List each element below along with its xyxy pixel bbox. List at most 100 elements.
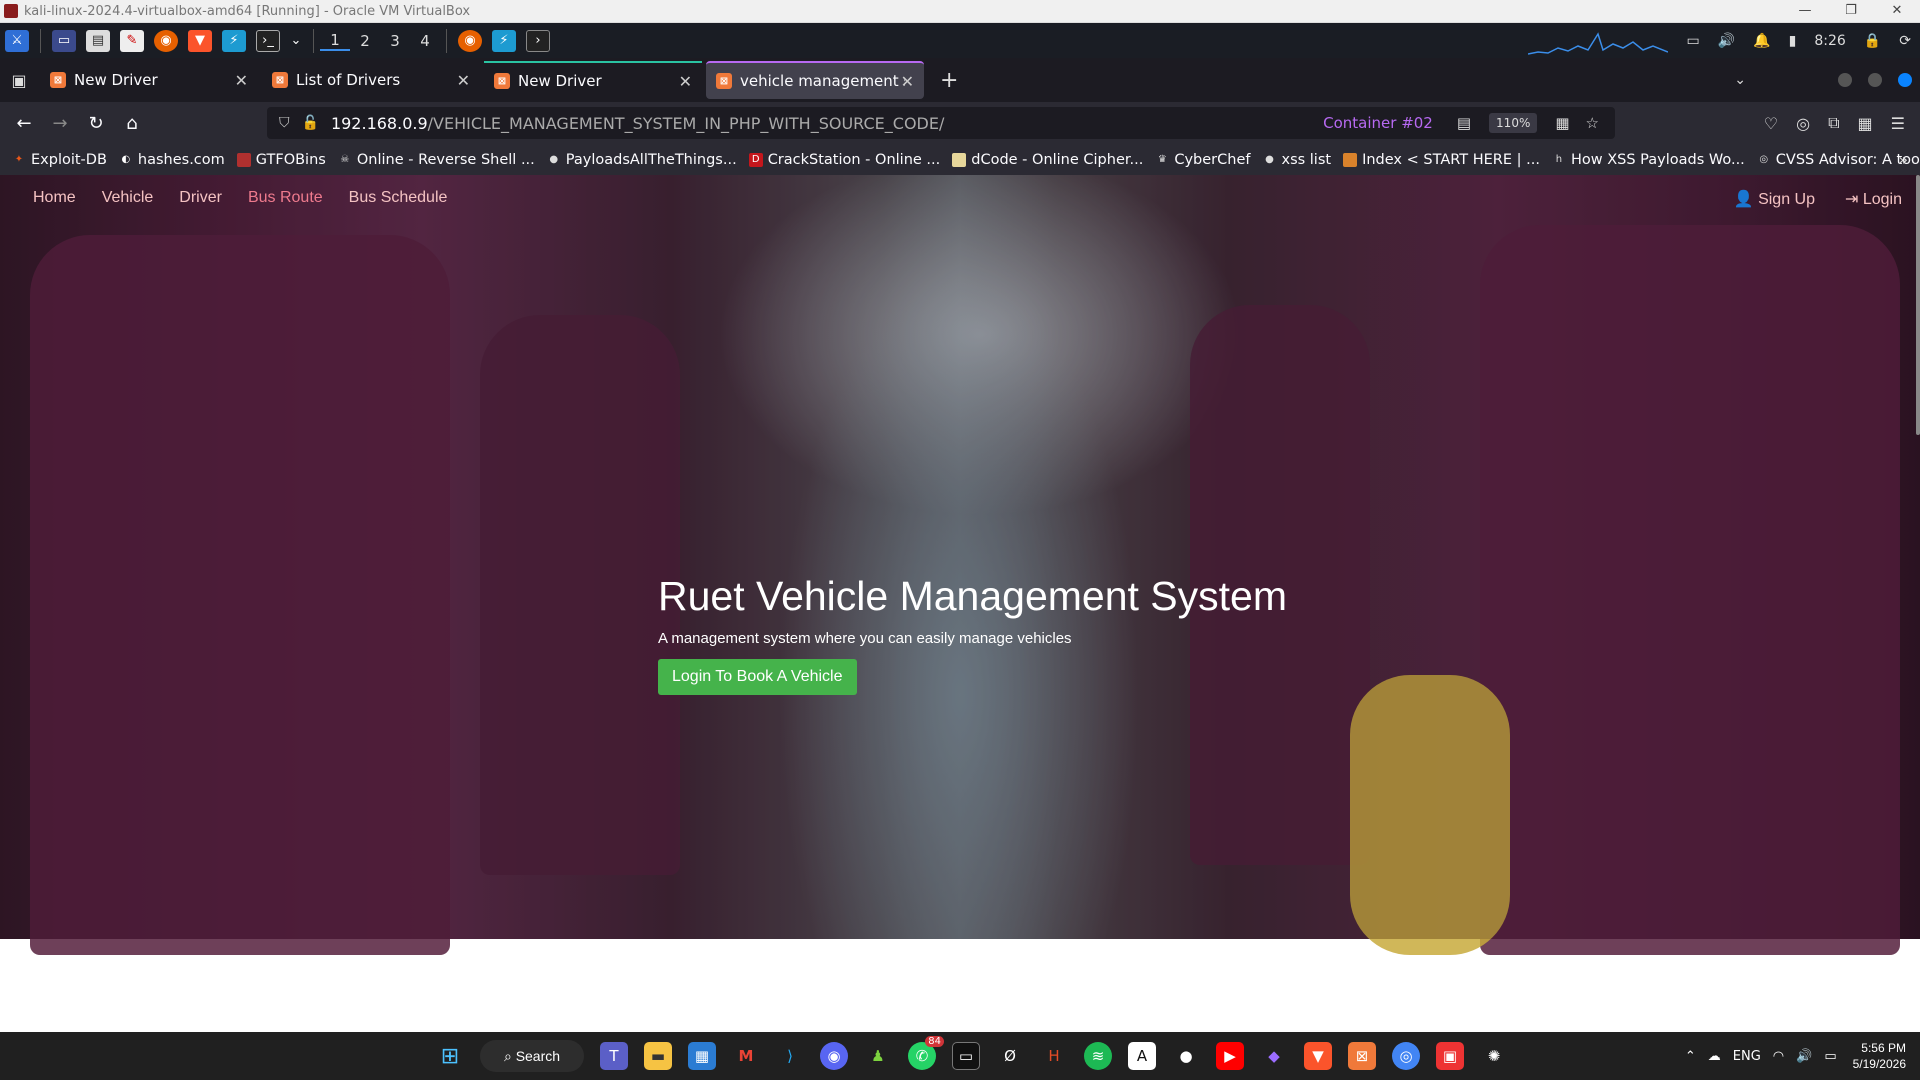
bookmarks-overflow-icon[interactable]: » [1898,150,1908,169]
power-icon[interactable]: ⟳ [1899,33,1911,49]
zoom-level[interactable]: 110% [1489,113,1538,133]
nav-bus-route-link[interactable]: Bus Route [248,189,323,207]
teams-icon[interactable]: T [600,1042,628,1070]
close-tab-icon[interactable]: ✕ [457,71,470,90]
pocket-icon[interactable]: ♡ [1764,114,1778,133]
back-arrow-icon[interactable]: ← [6,113,42,134]
discord-icon[interactable]: ◉ [820,1042,848,1070]
terminal-icon[interactable]: ›_ [256,29,280,52]
firefox-icon[interactable]: ◉ [154,29,178,52]
bookmark-payloadsallthethings[interactable]: ● PayloadsAllTheThings... [547,152,736,168]
nav-driver-link[interactable]: Driver [179,189,222,207]
battery-icon[interactable]: ▭ [1824,1049,1836,1064]
terminal-window-icon[interactable]: › [526,29,550,52]
bookmark-gtfobins[interactable]: GTFOBins [236,152,326,168]
login-to-book-button[interactable]: Login To Book A Vehicle [658,659,857,695]
notification-bell-icon[interactable]: 🔔 [1753,33,1770,49]
bookmark-how-xss-payloads[interactable]: h How XSS Payloads Wo... [1552,152,1745,168]
bookmark-cyberchef[interactable]: ♛ CyberChef [1155,152,1251,168]
reader-view-icon[interactable]: ▤ [1457,114,1471,132]
bookmark-reverse-shell[interactable]: ☠ Online - Reverse Shell ... [338,152,534,168]
home-icon[interactable]: ⌂ [114,113,150,134]
language-indicator[interactable]: ENG [1733,1049,1761,1064]
qr-code-icon[interactable]: ▦ [1555,114,1569,132]
maximize-dot-icon[interactable] [1868,73,1882,87]
tab-list-of-drivers[interactable]: ⊠ List of Drivers ✕ [262,61,480,99]
vscode-icon[interactable]: ⟩ [776,1042,804,1070]
page-scrollbar[interactable] [1916,175,1920,435]
list-all-tabs-icon[interactable]: ⌄ [1734,72,1746,88]
gmail-icon[interactable]: M [732,1042,760,1070]
github-desktop-icon[interactable]: ● [1172,1042,1200,1070]
close-tab-icon[interactable]: ✕ [235,71,248,90]
bookmark-exploit-db[interactable]: ✦ Exploit-DB [12,152,107,168]
spotify-icon[interactable]: ≋ [1084,1042,1112,1070]
tab-new-driver-1[interactable]: ⊠ New Driver ✕ [40,61,258,99]
file-explorer-icon[interactable]: ▬ [644,1042,672,1070]
reload-icon[interactable]: ↻ [78,113,114,134]
hamburger-menu-icon[interactable]: ☰ [1891,114,1905,133]
addons-grid-icon[interactable]: ▦ [1858,114,1873,133]
brave-browser-icon[interactable]: ▼ [1304,1042,1332,1070]
battery-icon[interactable]: ▮ [1789,33,1797,49]
minimize-button[interactable]: — [1782,0,1828,23]
close-window-button[interactable]: ✕ [1874,0,1920,23]
system-clock[interactable]: 5:56 PM 5/19/2026 [1853,1040,1906,1072]
desktop-icon[interactable]: ▭ [52,29,76,52]
extensions-icon[interactable]: ⧉ [1828,113,1839,133]
chevron-up-icon[interactable]: ⌃ [1685,1049,1696,1064]
signup-link[interactable]: 👤 Sign Up [1734,189,1815,209]
kali-menu-icon[interactable]: ⚔ [5,29,29,52]
xampp-icon[interactable]: ⊠ [1348,1042,1376,1070]
terminal-app-icon[interactable]: ▭ [952,1042,980,1070]
store-icon[interactable]: ▦ [688,1042,716,1070]
close-tab-icon[interactable]: ✕ [901,72,914,91]
shield-icon[interactable]: ⛉ [279,115,290,131]
obsidian-icon[interactable]: ◆ [1260,1042,1288,1070]
tab-vehicle-management[interactable]: ⊠ vehicle management syst ✕ [706,61,924,99]
wifi-icon[interactable]: ◠ [1773,1049,1784,1064]
chess-icon[interactable]: ♟ [864,1042,892,1070]
chatgpt-icon[interactable]: ✺ [1480,1042,1508,1070]
chevron-down-icon[interactable]: ⌄ [290,30,302,52]
nav-vehicle-link[interactable]: Vehicle [102,189,154,207]
tab-new-driver-2[interactable]: ⊠ New Driver ✕ [484,61,702,99]
text-app-icon[interactable]: A [1128,1042,1156,1070]
speaker-icon[interactable]: 🔊 [1796,1049,1812,1064]
url-bar[interactable]: ⛉ 🔓 192.168.0.9/VEHICLE_MANAGEMENT_SYSTE… [267,107,1615,139]
new-tab-button[interactable]: + [940,68,958,93]
volume-icon[interactable]: 🔊 [1718,33,1735,49]
screenshot-tool-icon[interactable]: ▣ [1436,1042,1464,1070]
forward-arrow-icon[interactable]: → [42,113,78,134]
bookmark-crackstation[interactable]: D CrackStation - Online ... [748,152,940,168]
onedrive-cloud-icon[interactable]: ☁ [1708,1049,1721,1064]
restore-button[interactable]: ❐ [1828,0,1874,23]
account-icon[interactable]: ◎ [1796,114,1810,133]
login-link[interactable]: ⇥ Login [1845,189,1902,209]
close-tab-icon[interactable]: ✕ [679,72,692,91]
lock-icon[interactable]: 🔒 [1864,33,1881,49]
windows-start-icon[interactable]: ⊞ [436,1042,464,1070]
workspace-3[interactable]: 3 [380,32,410,50]
nav-home-link[interactable]: Home [33,189,76,207]
text-editor-icon[interactable]: ✎ [120,29,144,52]
bookmark-hashes[interactable]: ◐ hashes.com [119,152,225,168]
lock-icon[interactable]: 🔓 [302,115,319,131]
youtube-icon[interactable]: ▶ [1216,1042,1244,1070]
screen-icon[interactable]: ▭ [1687,33,1700,49]
bookmark-index-start-here[interactable]: Index < START HERE | ... [1343,152,1540,168]
burp-window-icon[interactable]: ⚡ [492,29,516,52]
workspace-1[interactable]: 1 [320,31,350,51]
workspace-2[interactable]: 2 [350,32,380,50]
hack-app-icon[interactable]: H [1040,1042,1068,1070]
bookmark-xss-list[interactable]: ● xss list [1262,152,1331,168]
nav-bus-schedule-link[interactable]: Bus Schedule [349,189,448,207]
notion-icon[interactable]: Ø [996,1042,1024,1070]
file-manager-icon[interactable]: ▤ [86,29,110,52]
bookmark-cvss-advisor[interactable]: ◎CVSS Advisor: A tool t... [1757,152,1920,168]
chrome-icon[interactable]: ◎ [1392,1042,1420,1070]
taskbar-search[interactable]: ⌕ Search [480,1040,584,1072]
workspace-4[interactable]: 4 [410,32,440,50]
firefox-window-icon[interactable]: ◉ [458,29,482,52]
whatsapp-icon[interactable]: ✆ 84 [908,1036,944,1070]
